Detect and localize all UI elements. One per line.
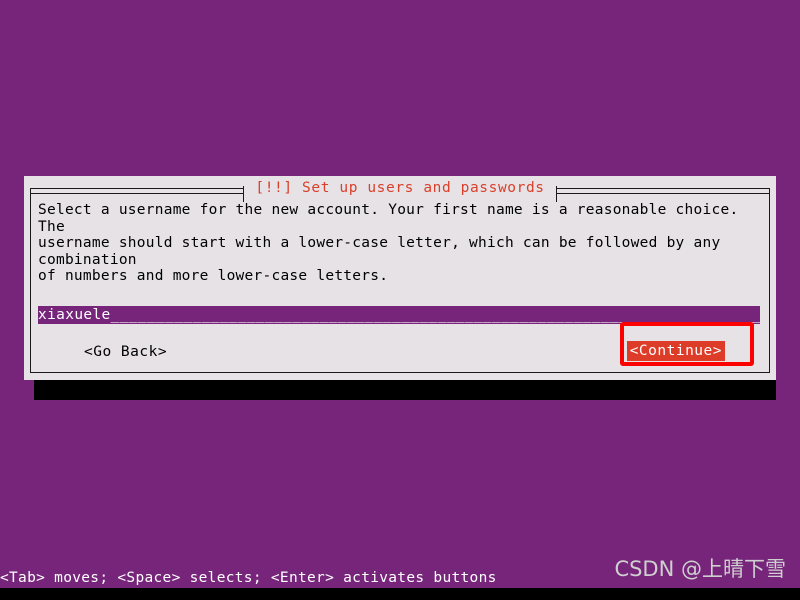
description-line-1: Select a username for the new account. Y…	[38, 202, 748, 235]
dialog-frame: [!!] Set up users and passwords Select a…	[24, 176, 776, 380]
title-rule-left	[30, 182, 245, 202]
dialog-buttons-row: <Go Back> <Continue>	[38, 340, 762, 364]
username-input[interactable]: xiaxuele________________________________…	[38, 306, 760, 324]
bottom-black-band	[0, 588, 800, 600]
username-input-value: xiaxuele	[38, 307, 111, 323]
dialog-body: Select a username for the new account. Y…	[38, 202, 762, 366]
dialog-title-bar: [!!] Set up users and passwords	[30, 176, 771, 202]
description-line-3: of numbers and more lower-case letters.	[38, 268, 389, 285]
go-back-button[interactable]: <Go Back>	[84, 343, 167, 361]
watermark: CSDN @上晴下雪	[614, 557, 786, 581]
description-line-2: username should start with a lower-case …	[38, 235, 730, 268]
username-input-fill: ________________________________________…	[110, 307, 760, 323]
title-rule-right	[555, 182, 771, 202]
dialog-title: [!!] Set up users and passwords	[244, 181, 556, 196]
installer-dialog: [!!] Set up users and passwords Select a…	[24, 176, 776, 380]
continue-button[interactable]: <Continue>	[626, 341, 725, 361]
